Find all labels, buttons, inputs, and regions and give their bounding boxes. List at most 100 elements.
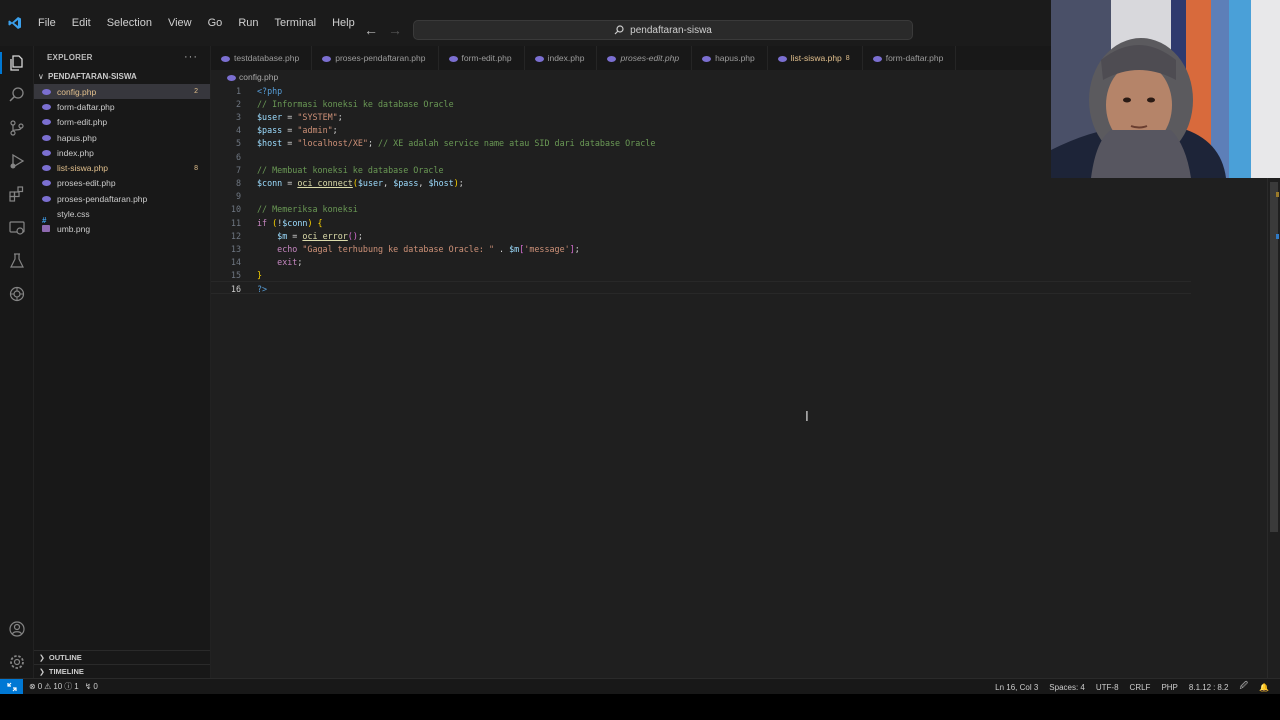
tab-label: index.php (547, 53, 585, 63)
line-content: exit; (257, 257, 302, 267)
editor-tab[interactable]: form-edit.php (439, 46, 525, 70)
line-number: 9 (235, 191, 241, 202)
code-token: ; (297, 257, 303, 268)
account-icon[interactable] (7, 619, 27, 639)
code-token: oci_error (302, 230, 348, 241)
file-item[interactable]: hapus.php (34, 130, 210, 145)
php-file-icon (42, 195, 54, 203)
menu-go[interactable]: Go (200, 12, 231, 34)
file-name: proses-pendaftaran.php (57, 193, 148, 204)
line-content: // Memeriksa koneksi (257, 204, 358, 214)
menu-terminal[interactable]: Terminal (267, 12, 325, 34)
file-item[interactable]: list-siswa.php 8 (34, 160, 210, 175)
explorer-title: EXPLORER (47, 52, 93, 62)
language-mode[interactable]: PHP (1161, 683, 1177, 692)
tab-problem-badge: 8 (845, 54, 850, 62)
code-token: $conn (257, 177, 283, 188)
code-token: $conn (282, 217, 308, 228)
code-line: 15} (211, 269, 1211, 282)
editor-tab[interactable]: testdatabase.php (211, 46, 313, 70)
code-token: } (257, 270, 263, 281)
line-ending[interactable]: CRLF (1130, 683, 1151, 692)
code-line: 13 echo "Gagal terhubung ke database Ora… (211, 242, 1211, 255)
line-number: 16 (230, 283, 241, 294)
menu-file[interactable]: File (30, 12, 64, 34)
code-token: $user (257, 111, 283, 122)
code-token: ; (574, 243, 580, 254)
encoding[interactable]: UTF-8 (1096, 683, 1119, 692)
file-name: proses-edit.php (57, 178, 116, 189)
run-debug-icon[interactable] (7, 151, 27, 171)
line-number: 3 (235, 111, 241, 122)
more-actions-icon[interactable]: ··· (184, 51, 198, 63)
code-token: () (347, 230, 358, 241)
editor-tab[interactable]: hapus.php (692, 46, 768, 70)
outline-section[interactable]: ❯ OUTLINE (34, 650, 210, 664)
menu-edit[interactable]: Edit (64, 12, 99, 34)
line-content: echo "Gagal terhubung ke database Oracle… (257, 244, 580, 254)
file-item[interactable]: index.php (34, 145, 210, 160)
command-center-search[interactable]: pendaftaran-siswa (413, 20, 913, 40)
cursor-position[interactable]: Ln 16, Col 3 (995, 683, 1038, 692)
editor-scrollbar[interactable] (1267, 178, 1280, 678)
php-file-icon (322, 55, 331, 62)
file-item[interactable]: proses-edit.php (34, 176, 210, 191)
settings-gear-icon[interactable] (7, 652, 27, 672)
problems-indicator[interactable]: ⊗ 0 ⚠ 10 ⓘ 1 (29, 681, 79, 692)
php-file-icon (873, 55, 882, 62)
php-file-icon (42, 134, 54, 142)
line-number: 10 (230, 204, 241, 215)
files-icon[interactable] (7, 53, 27, 73)
ports-indicator[interactable]: ↯ 0 (85, 682, 98, 691)
menu-view[interactable]: View (160, 12, 200, 34)
menu-selection[interactable]: Selection (99, 12, 160, 34)
php-version[interactable]: 8.1.12:8.2 (1189, 683, 1229, 692)
code-token: $m (277, 230, 288, 241)
workspace-folder[interactable]: ∨ PENDAFTARAN-SISWA (34, 68, 210, 84)
css-file-icon (42, 210, 54, 218)
file-name: umb.png (57, 224, 91, 235)
source-control-icon[interactable] (7, 118, 27, 138)
remote-icon (6, 682, 17, 691)
file-item[interactable]: style.css (34, 206, 210, 221)
remote-indicator-button[interactable] (0, 678, 23, 695)
file-item[interactable]: proses-pendaftaran.php (34, 191, 210, 206)
testing-icon[interactable] (7, 251, 27, 271)
indentation[interactable]: Spaces: 4 (1049, 683, 1085, 692)
code-token: $pass (257, 125, 283, 136)
forward-arrow-icon[interactable]: → (388, 20, 402, 40)
search-icon[interactable] (7, 85, 27, 105)
info-count: 1 (74, 682, 79, 691)
editor-tab[interactable]: proses-edit.php (597, 46, 693, 70)
code-token: oci_connect (297, 177, 353, 188)
file-item[interactable]: umb.png (34, 222, 210, 237)
editor-tab[interactable]: index.php (525, 46, 598, 70)
line-number: 12 (230, 230, 241, 241)
menu-run[interactable]: Run (230, 12, 266, 34)
code-token: $host (428, 177, 454, 188)
copilot-icon[interactable]: 🖉 (1240, 680, 1249, 694)
code-token: exit (277, 257, 298, 268)
file-item[interactable]: config.php 2 (34, 84, 210, 100)
remote-explorer-icon[interactable] (7, 218, 27, 238)
php-file-icon (449, 55, 458, 62)
editor-tab[interactable]: list-siswa.php 8 (768, 46, 863, 70)
file-item[interactable]: form-daftar.php (34, 99, 210, 114)
extensions-icon[interactable] (7, 184, 27, 204)
line-content: // Membuat koneksi ke database Oracle (257, 165, 444, 175)
menu-help[interactable]: Help (324, 12, 363, 34)
code-token: = (282, 111, 298, 122)
code-token: = (282, 138, 298, 149)
timeline-section[interactable]: ❯ TIMELINE (34, 664, 210, 678)
breadcrumb[interactable]: config.php (211, 70, 1051, 84)
file-item[interactable]: form-edit.php (34, 115, 210, 130)
notifications-bell-icon[interactable]: 🔔 (1259, 683, 1269, 692)
openai-icon[interactable] (7, 284, 27, 304)
back-arrow-icon[interactable]: ← (364, 20, 378, 40)
editor-tab[interactable]: form-daftar.php (863, 46, 957, 70)
code-token: echo (277, 243, 298, 254)
editor-tab[interactable]: proses-pendaftaran.php (312, 46, 439, 70)
code-token: ; (332, 125, 338, 136)
